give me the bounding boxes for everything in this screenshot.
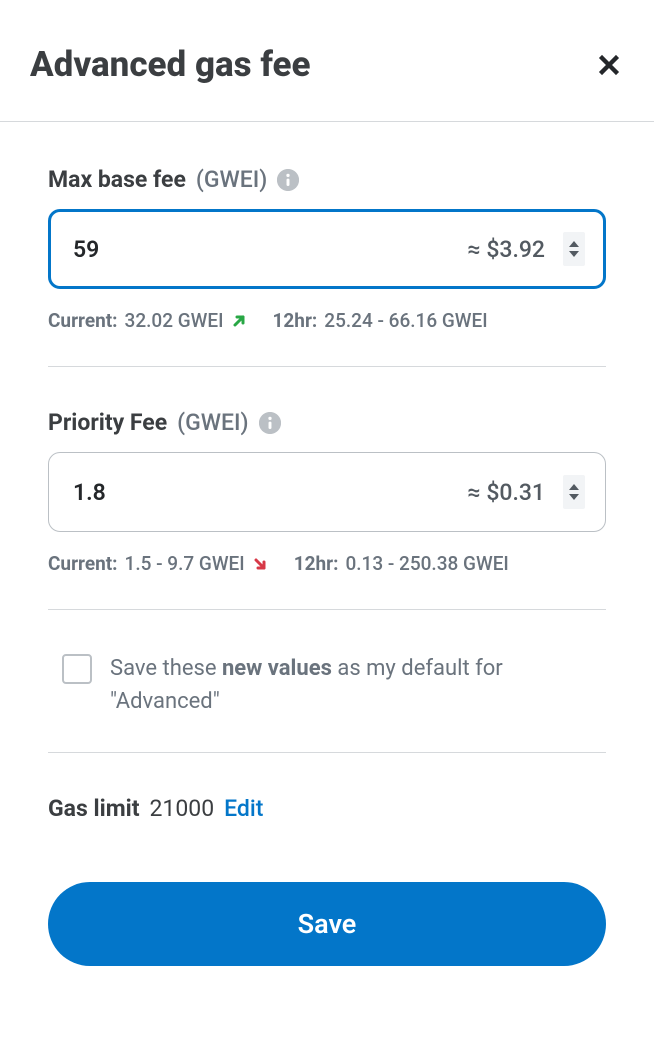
- current-label: Current:: [48, 309, 118, 332]
- stepper-up-icon[interactable]: [568, 239, 580, 249]
- priority-fee-label: Priority Fee: [48, 409, 167, 436]
- edit-link[interactable]: Edit: [224, 795, 263, 822]
- trend-up-icon: [231, 313, 247, 329]
- priority-fee-stats: Current: 1.5 - 9.7 GWEI 12hr: 0.13 - 250…: [48, 552, 606, 575]
- priority-fee-input[interactable]: [73, 479, 467, 506]
- max-base-fee-unit: (GWEI): [196, 166, 267, 193]
- max-base-fee-stats: Current: 32.02 GWEI 12hr: 25.24 - 66.16 …: [48, 309, 606, 332]
- close-icon[interactable]: [594, 50, 624, 80]
- checkbox-text-bold: new values: [222, 656, 332, 681]
- modal-title: Advanced gas fee: [30, 44, 311, 85]
- divider: [48, 366, 606, 367]
- priority-fee-section: Priority Fee (GWEI) ≈ $0.31: [48, 409, 606, 610]
- save-default-label: Save these new values as my default for …: [110, 652, 606, 718]
- gas-fee-modal: Advanced gas fee Max base fee (GWEI): [0, 0, 654, 966]
- gas-limit-label: Gas limit: [48, 795, 139, 822]
- max-base-fee-input-box[interactable]: ≈ $3.92: [48, 209, 606, 289]
- current-value: 1.5 - 9.7 GWEI: [125, 552, 245, 575]
- info-icon[interactable]: [277, 169, 299, 191]
- priority-fee-label-row: Priority Fee (GWEI): [48, 409, 606, 436]
- save-button[interactable]: Save: [48, 882, 606, 966]
- current-label: Current:: [48, 552, 118, 575]
- current-value: 32.02 GWEI: [125, 309, 224, 332]
- trend-down-icon: [252, 556, 268, 572]
- max-base-fee-input[interactable]: [73, 236, 467, 263]
- twelve-hr-value: 25.24 - 66.16 GWEI: [324, 309, 487, 332]
- priority-fee-unit: (GWEI): [177, 409, 248, 436]
- max-base-fee-stepper: [563, 232, 585, 266]
- stepper-up-icon[interactable]: [568, 482, 580, 492]
- save-default-row: Save these new values as my default for …: [48, 652, 606, 718]
- gas-limit-row: Gas limit 21000 Edit: [48, 795, 606, 822]
- max-base-fee-fiat: ≈ $3.92: [467, 236, 545, 263]
- stepper-down-icon[interactable]: [568, 492, 580, 502]
- modal-header: Advanced gas fee: [0, 0, 654, 122]
- max-base-fee-section: Max base fee (GWEI) ≈ $3.92: [48, 166, 606, 367]
- gas-limit-value: 21000: [149, 795, 214, 822]
- modal-content: Max base fee (GWEI) ≈ $3.92: [0, 122, 654, 966]
- priority-fee-stepper: [563, 475, 585, 509]
- max-base-fee-label-row: Max base fee (GWEI): [48, 166, 606, 193]
- divider: [48, 609, 606, 610]
- twelve-hr-label: 12hr:: [273, 309, 318, 332]
- checkbox-text-prefix: Save these: [110, 656, 222, 681]
- divider: [48, 752, 606, 753]
- priority-fee-input-box[interactable]: ≈ $0.31: [48, 452, 606, 532]
- priority-fee-fiat: ≈ $0.31: [467, 479, 545, 506]
- max-base-fee-label: Max base fee: [48, 166, 186, 193]
- info-icon[interactable]: [259, 412, 281, 434]
- stepper-down-icon[interactable]: [568, 249, 580, 259]
- priority-fee-input-right: ≈ $0.31: [467, 475, 585, 509]
- twelve-hr-value: 0.13 - 250.38 GWEI: [345, 552, 508, 575]
- save-default-checkbox[interactable]: [62, 654, 92, 684]
- twelve-hr-label: 12hr:: [294, 552, 339, 575]
- max-base-fee-input-right: ≈ $3.92: [467, 232, 585, 266]
